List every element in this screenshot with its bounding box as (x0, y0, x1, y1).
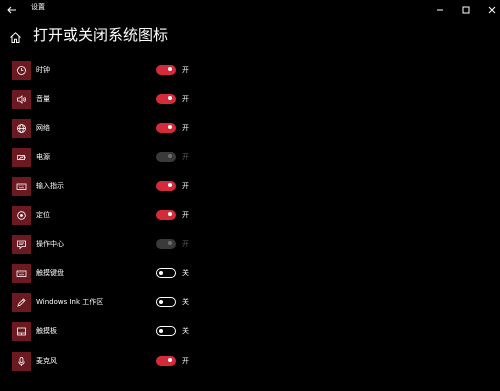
setting-label: 麦克风 (36, 357, 57, 365)
back-arrow-icon (7, 6, 16, 14)
minimize-button[interactable] (434, 1, 446, 13)
toggle-state-text: 开 (182, 153, 189, 161)
setting-label: 时钟 (36, 66, 50, 74)
microphone-icon (12, 352, 31, 371)
setting-row-microphone: 麦克风 开 (0, 352, 500, 374)
clock-toggle[interactable] (156, 65, 176, 75)
close-icon (488, 6, 496, 14)
globe-icon (12, 119, 31, 138)
action-center-toggle[interactable] (156, 239, 176, 249)
setting-row-windows-ink: Windows Ink 工作区 关 (0, 293, 500, 315)
toggle-state-text: 关 (182, 269, 189, 277)
setting-row-input-indicator: 输入指示 开 (0, 177, 500, 199)
setting-label: 音量 (36, 95, 50, 103)
microphone-toggle[interactable] (156, 356, 176, 366)
setting-row-clock: 时钟 开 (0, 61, 500, 83)
location-toggle[interactable] (156, 210, 176, 220)
settings-window: 设置 打开或关闭系统图标 时钟 开 音量 开 网络 开 电源 开 输入指示 开 … (0, 0, 500, 391)
toggle-state-text: 开 (182, 124, 189, 132)
setting-label: Windows Ink 工作区 (36, 298, 104, 306)
battery-icon (12, 148, 31, 167)
back-button[interactable] (6, 1, 18, 14)
setting-label: 操作中心 (36, 240, 64, 248)
toggle-state-text: 开 (182, 357, 189, 365)
app-title: 设置 (31, 3, 45, 11)
setting-label: 定位 (36, 211, 50, 219)
setting-row-volume: 音量 开 (0, 90, 500, 112)
setting-label: 触摸板 (36, 327, 57, 335)
toggle-state-text: 关 (182, 327, 189, 335)
network-toggle[interactable] (156, 123, 176, 133)
toggle-state-text: 开 (182, 182, 189, 190)
home-icon (10, 32, 21, 43)
toggle-state-text: 开 (182, 211, 189, 219)
volume-icon (12, 90, 31, 109)
setting-row-location: 定位 开 (0, 206, 500, 228)
setting-label: 网络 (36, 124, 50, 132)
touchpad-icon (12, 322, 31, 341)
touch-keyboard-toggle[interactable] (156, 268, 176, 278)
volume-toggle[interactable] (156, 94, 176, 104)
pen-icon (12, 293, 31, 312)
touch-keyboard-icon (12, 264, 31, 283)
input-indicator-toggle[interactable] (156, 181, 176, 191)
setting-row-network: 网络 开 (0, 119, 500, 141)
setting-row-power: 电源 开 (0, 148, 500, 170)
maximize-button[interactable] (460, 1, 472, 14)
minimize-icon (437, 9, 443, 11)
toggle-state-text: 关 (182, 298, 189, 306)
toggle-state-text: 开 (182, 95, 189, 103)
home-button[interactable] (9, 29, 22, 43)
setting-row-touchpad: 触摸板 关 (0, 322, 500, 344)
title-bar: 设置 (0, 0, 500, 16)
power-toggle[interactable] (156, 152, 176, 162)
setting-label: 触摸键盘 (36, 269, 64, 277)
location-icon (12, 206, 31, 225)
toggle-state-text: 开 (182, 66, 189, 74)
keyboard-icon (12, 177, 31, 196)
close-button[interactable] (486, 1, 498, 14)
setting-row-action-center: 操作中心 开 (0, 235, 500, 257)
windows-ink-toggle[interactable] (156, 297, 176, 307)
setting-row-touch-keyboard: 触摸键盘 关 (0, 264, 500, 286)
setting-label: 电源 (36, 153, 50, 161)
touchpad-toggle[interactable] (156, 326, 176, 336)
page-title: 打开或关闭系统图标 (33, 26, 169, 44)
clock-icon (12, 61, 31, 80)
maximize-icon (462, 6, 470, 14)
setting-label: 输入指示 (36, 182, 64, 190)
toggle-state-text: 开 (182, 240, 189, 248)
action-center-icon (12, 235, 31, 254)
